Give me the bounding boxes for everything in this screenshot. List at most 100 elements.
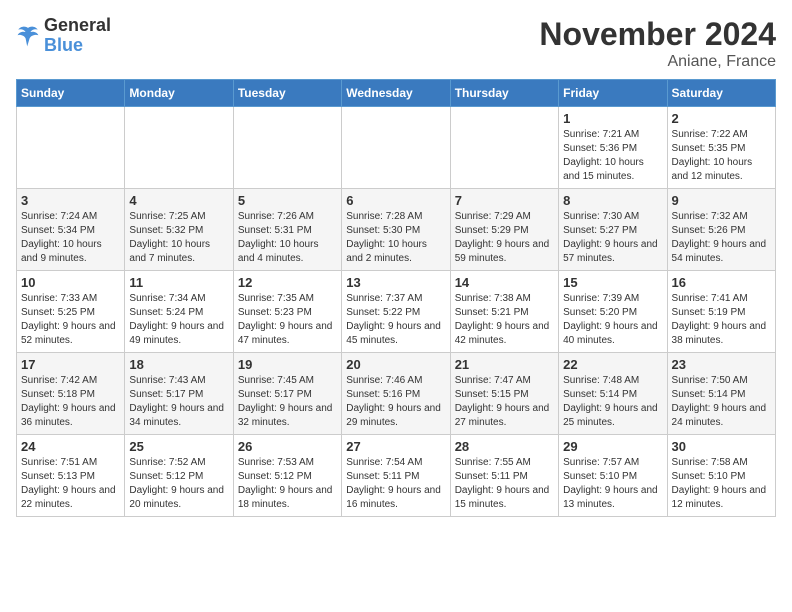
- day-number: 25: [129, 439, 228, 454]
- day-number: 22: [563, 357, 662, 372]
- day-info: Sunrise: 7:53 AM Sunset: 5:12 PM Dayligh…: [238, 456, 337, 512]
- day-info: Sunrise: 7:22 AM Sunset: 5:35 PM Dayligh…: [672, 128, 771, 184]
- day-info: Sunrise: 7:41 AM Sunset: 5:19 PM Dayligh…: [672, 292, 771, 348]
- day-info: Sunrise: 7:35 AM Sunset: 5:23 PM Dayligh…: [238, 292, 337, 348]
- calendar-day-cell: 13Sunrise: 7:37 AM Sunset: 5:22 PM Dayli…: [342, 271, 450, 353]
- day-info: Sunrise: 7:29 AM Sunset: 5:29 PM Dayligh…: [455, 210, 554, 266]
- day-info: Sunrise: 7:43 AM Sunset: 5:17 PM Dayligh…: [129, 374, 228, 430]
- calendar-day-cell: 25 Sunrise: 7:52 AM Sunset: 5:12 PM Dayli…: [125, 435, 233, 517]
- day-number: 8: [563, 193, 662, 208]
- calendar-day-cell: 6 Sunrise: 7:28 AM Sunset: 5:30 PM Daylig…: [342, 189, 450, 271]
- calendar-day-cell: 16 Sunrise: 7:41 AM Sunset: 5:19 PM Dayli…: [667, 271, 775, 353]
- calendar-day-cell: [17, 107, 125, 189]
- logo: General Blue: [16, 16, 111, 56]
- day-number: 16: [672, 275, 771, 290]
- day-number: 30: [672, 439, 771, 454]
- day-number: 5: [238, 193, 337, 208]
- calendar-day-cell: 14 Sunrise: 7:38 AM Sunset: 5:21 PM Dayli…: [450, 271, 558, 353]
- page-header: General Blue November 2024 Aniane, Franc…: [16, 16, 776, 71]
- day-info: Sunrise: 7:55 AM Sunset: 5:11 PM Dayligh…: [455, 456, 554, 512]
- day-info: Sunrise: 7:28 AM Sunset: 5:30 PM Dayligh…: [346, 210, 445, 266]
- day-number: 12: [238, 275, 337, 290]
- day-number: 3: [21, 193, 120, 208]
- calendar-day-cell: [233, 107, 341, 189]
- calendar-day-cell: [125, 107, 233, 189]
- day-number: 27: [346, 439, 445, 454]
- day-number: 9: [672, 193, 771, 208]
- day-info: Sunrise: 7:38 AM Sunset: 5:21 PM Dayligh…: [455, 292, 554, 348]
- day-number: 17: [21, 357, 120, 372]
- calendar-day-header: Tuesday: [233, 80, 341, 107]
- day-info: Sunrise: 7:57 AM Sunset: 5:10 PM Dayligh…: [563, 456, 662, 512]
- day-number: 6: [346, 193, 445, 208]
- day-number: 26: [238, 439, 337, 454]
- day-info: Sunrise: 7:32 AM Sunset: 5:26 PM Dayligh…: [672, 210, 771, 266]
- day-number: 19: [238, 357, 337, 372]
- calendar-day-header: Thursday: [450, 80, 558, 107]
- day-number: 24: [21, 439, 120, 454]
- calendar-header-row: SundayMondayTuesdayWednesdayThursdayFrid…: [17, 80, 776, 107]
- calendar-day-header: Wednesday: [342, 80, 450, 107]
- calendar-day-cell: 2 Sunrise: 7:22 AM Sunset: 5:35 PM Daylig…: [667, 107, 775, 189]
- calendar-day-cell: 26 Sunrise: 7:53 AM Sunset: 5:12 PM Dayli…: [233, 435, 341, 517]
- day-info: Sunrise: 7:46 AM Sunset: 5:16 PM Dayligh…: [346, 374, 445, 430]
- day-info: Sunrise: 7:34 AM Sunset: 5:24 PM Dayligh…: [129, 292, 228, 348]
- day-info: Sunrise: 7:58 AM Sunset: 5:10 PM Dayligh…: [672, 456, 771, 512]
- calendar-day-cell: 30 Sunrise: 7:58 AM Sunset: 5:10 PM Dayli…: [667, 435, 775, 517]
- day-number: 7: [455, 193, 554, 208]
- location-label: Aniane, France: [539, 53, 776, 71]
- calendar-day-cell: 27 Sunrise: 7:54 AM Sunset: 5:11 PM Dayli…: [342, 435, 450, 517]
- calendar-week-row: 17 Sunrise: 7:42 AM Sunset: 5:18 PM Dayli…: [17, 353, 776, 435]
- calendar-day-cell: 11Sunrise: 7:34 AM Sunset: 5:24 PM Dayli…: [125, 271, 233, 353]
- calendar-week-row: 24Sunrise: 7:51 AM Sunset: 5:13 PM Dayli…: [17, 435, 776, 517]
- day-number: 10: [21, 275, 120, 290]
- calendar-day-cell: 7 Sunrise: 7:29 AM Sunset: 5:29 PM Daylig…: [450, 189, 558, 271]
- day-info: Sunrise: 7:42 AM Sunset: 5:18 PM Dayligh…: [21, 374, 120, 430]
- calendar-day-cell: [450, 107, 558, 189]
- calendar-day-cell: 29 Sunrise: 7:57 AM Sunset: 5:10 PM Dayli…: [559, 435, 667, 517]
- day-number: 4: [129, 193, 228, 208]
- calendar-day-cell: 9 Sunrise: 7:32 AM Sunset: 5:26 PM Daylig…: [667, 189, 775, 271]
- day-info: Sunrise: 7:26 AM Sunset: 5:31 PM Dayligh…: [238, 210, 337, 266]
- calendar-day-cell: 12 Sunrise: 7:35 AM Sunset: 5:23 PM Dayli…: [233, 271, 341, 353]
- calendar-day-header: Friday: [559, 80, 667, 107]
- day-number: 18: [129, 357, 228, 372]
- calendar-day-cell: 4Sunrise: 7:25 AM Sunset: 5:32 PM Daylig…: [125, 189, 233, 271]
- calendar-day-cell: 19Sunrise: 7:45 AM Sunset: 5:17 PM Dayli…: [233, 353, 341, 435]
- calendar-day-cell: 8Sunrise: 7:30 AM Sunset: 5:27 PM Daylig…: [559, 189, 667, 271]
- day-info: Sunrise: 7:52 AM Sunset: 5:12 PM Dayligh…: [129, 456, 228, 512]
- calendar-day-cell: [342, 107, 450, 189]
- day-number: 1: [563, 111, 662, 126]
- day-info: Sunrise: 7:47 AM Sunset: 5:15 PM Dayligh…: [455, 374, 554, 430]
- calendar-day-cell: 1 Sunrise: 7:21 AM Sunset: 5:36 PM Daylig…: [559, 107, 667, 189]
- calendar-day-cell: 24Sunrise: 7:51 AM Sunset: 5:13 PM Dayli…: [17, 435, 125, 517]
- title-section: November 2024 Aniane, France: [539, 16, 776, 71]
- calendar-week-row: 3 Sunrise: 7:24 AM Sunset: 5:34 PM Daylig…: [17, 189, 776, 271]
- day-number: 13: [346, 275, 445, 290]
- calendar-day-cell: 21 Sunrise: 7:47 AM Sunset: 5:15 PM Dayli…: [450, 353, 558, 435]
- day-number: 14: [455, 275, 554, 290]
- calendar-day-cell: 3 Sunrise: 7:24 AM Sunset: 5:34 PM Daylig…: [17, 189, 125, 271]
- day-number: 29: [563, 439, 662, 454]
- day-info: Sunrise: 7:24 AM Sunset: 5:34 PM Dayligh…: [21, 210, 120, 266]
- calendar-day-cell: 23Sunrise: 7:50 AM Sunset: 5:14 PM Dayli…: [667, 353, 775, 435]
- calendar-day-header: Monday: [125, 80, 233, 107]
- calendar-day-cell: 20 Sunrise: 7:46 AM Sunset: 5:16 PM Dayli…: [342, 353, 450, 435]
- day-info: Sunrise: 7:50 AM Sunset: 5:14 PM Dayligh…: [672, 374, 771, 430]
- day-number: 28: [455, 439, 554, 454]
- day-info: Sunrise: 7:33 AM Sunset: 5:25 PM Dayligh…: [21, 292, 120, 348]
- calendar-day-cell: 17 Sunrise: 7:42 AM Sunset: 5:18 PM Dayli…: [17, 353, 125, 435]
- calendar-day-cell: 22 Sunrise: 7:48 AM Sunset: 5:14 PM Dayli…: [559, 353, 667, 435]
- day-info: Sunrise: 7:39 AM Sunset: 5:20 PM Dayligh…: [563, 292, 662, 348]
- day-number: 20: [346, 357, 445, 372]
- day-info: Sunrise: 7:54 AM Sunset: 5:11 PM Dayligh…: [346, 456, 445, 512]
- calendar-day-cell: 5 Sunrise: 7:26 AM Sunset: 5:31 PM Daylig…: [233, 189, 341, 271]
- day-info: Sunrise: 7:21 AM Sunset: 5:36 PM Dayligh…: [563, 128, 662, 184]
- day-info: Sunrise: 7:48 AM Sunset: 5:14 PM Dayligh…: [563, 374, 662, 430]
- calendar-day-cell: 15Sunrise: 7:39 AM Sunset: 5:20 PM Dayli…: [559, 271, 667, 353]
- calendar-day-cell: 28 Sunrise: 7:55 AM Sunset: 5:11 PM Dayli…: [450, 435, 558, 517]
- calendar-week-row: 10 Sunrise: 7:33 AM Sunset: 5:25 PM Dayli…: [17, 271, 776, 353]
- logo-bird-icon: [16, 24, 40, 48]
- day-number: 21: [455, 357, 554, 372]
- day-number: 2: [672, 111, 771, 126]
